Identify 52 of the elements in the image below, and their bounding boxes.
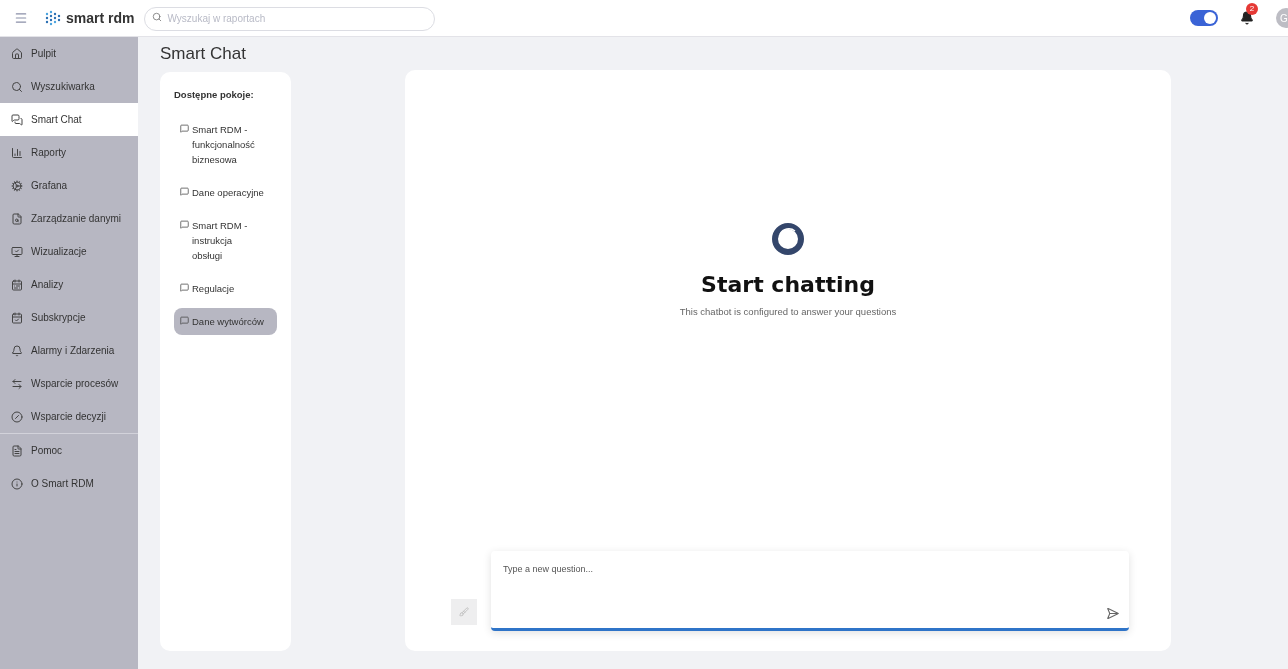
room-item[interactable]: Regulacje [174, 275, 277, 303]
sidebar-item[interactable]: O Smart RDM [0, 467, 138, 500]
rooms-title: Dostępne pokoje: [174, 88, 255, 102]
chat-icon [180, 124, 189, 134]
monitor-icon [11, 245, 23, 258]
bell-icon[interactable] [1240, 11, 1254, 25]
gear-icon [11, 179, 23, 192]
logo-text: smart rdm [66, 8, 135, 28]
chatbot-logo-icon [771, 221, 805, 256]
chat-icon [180, 316, 189, 326]
sidebar-item[interactable]: Grafana [0, 169, 138, 202]
page-title: Smart Chat [160, 43, 247, 66]
room-item[interactable]: Dane wytwórców [174, 308, 277, 336]
notification-badge: 2 [1246, 3, 1258, 15]
sidebar-item[interactable]: Subskrypcje [0, 301, 138, 334]
home-icon [11, 47, 23, 60]
chat-icon [11, 113, 23, 126]
theme-toggle[interactable] [1190, 10, 1218, 26]
sidebar-item[interactable]: Alarmy i Zdarzenia [0, 334, 138, 367]
brush-icon [459, 607, 469, 617]
sidebar-item[interactable]: Wsparcie decyzji [0, 400, 138, 433]
search-field[interactable]: Wyszukaj w raportach [144, 6, 436, 31]
chat-icon [180, 220, 189, 230]
search-icon [11, 80, 23, 93]
document-search-icon [11, 212, 23, 225]
arrows-icon [11, 377, 23, 390]
sidebar-item[interactable]: Raporty [0, 136, 138, 169]
sidebar-item[interactable]: Smart Chat [0, 103, 138, 136]
info-icon [11, 477, 23, 490]
sidebar-item[interactable]: Pomoc [0, 434, 138, 467]
room-item[interactable]: Smart RDM - funkcjonalność biznesowa [174, 116, 277, 174]
start-chatting-heading: Start chatting [701, 270, 875, 299]
logo-icon [44, 10, 62, 26]
room-item[interactable]: Dane operacyjne [174, 179, 277, 207]
sidebar-item[interactable]: Pulpit [0, 37, 138, 70]
chat-icon [180, 187, 189, 197]
chatbot-subtitle: This chatbot is configured to answer your questions [679, 304, 897, 319]
calendar-check-icon [11, 311, 23, 324]
calendar-icon [11, 278, 23, 291]
bar-chart-icon [11, 146, 23, 159]
search-icon [152, 12, 163, 23]
sidebar-item[interactable]: Wyszukiwarka [0, 70, 138, 103]
room-item[interactable]: Smart RDM - instrukcja obsługi [174, 212, 277, 270]
question-input[interactable]: Type a new question... [503, 563, 803, 577]
sidebar-item[interactable]: Analizy [0, 268, 138, 301]
document-icon [11, 444, 23, 457]
bell-icon [11, 344, 23, 357]
sidebar-item[interactable]: Wsparcie procesów [0, 367, 138, 400]
circle-icon [11, 410, 23, 423]
chat-icon [180, 283, 189, 293]
sidebar-item[interactable]: Zarządzanie danymi [0, 202, 138, 235]
sidebar-item[interactable]: Wizualizacje [0, 235, 138, 268]
